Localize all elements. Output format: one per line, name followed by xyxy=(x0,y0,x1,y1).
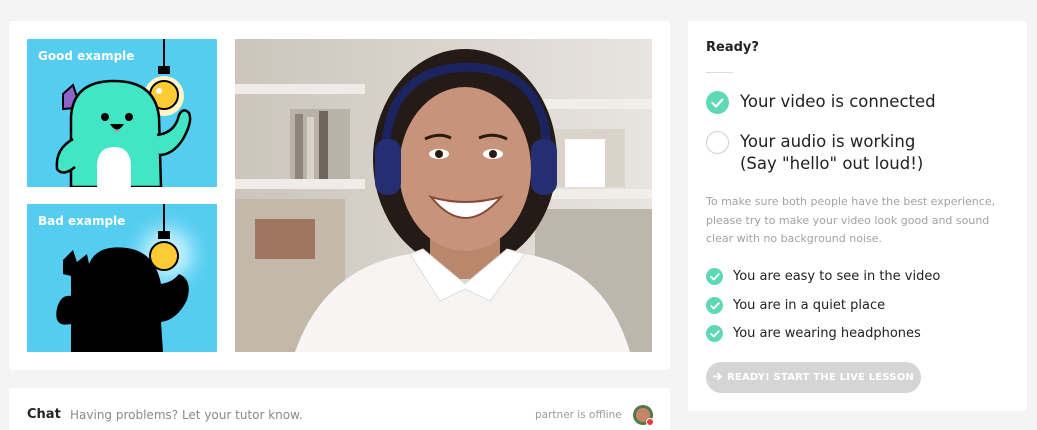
webcam-video-feed xyxy=(235,39,652,352)
webcam-image xyxy=(235,39,652,352)
audio-working-text: Your audio is working (Say "hello" out l… xyxy=(740,131,923,175)
start-live-lesson-button[interactable]: READY! START THE LIVE LESSON xyxy=(706,362,921,393)
audio-working-hint: (Say "hello" out loud!) xyxy=(740,154,924,173)
good-example-tile: Good example xyxy=(27,39,217,187)
audio-working-check: Your audio is working (Say "hello" out l… xyxy=(706,131,923,175)
audio-working-label: Your audio is working xyxy=(740,132,916,151)
tip-item: You are easy to see in the video xyxy=(706,268,940,285)
arrow-right-icon xyxy=(713,372,723,384)
partner-avatar xyxy=(633,405,654,426)
tip-label: You are easy to see in the video xyxy=(733,269,941,284)
chat-help-text: Having problems? Let your tutor know. xyxy=(70,408,303,422)
tip-item: You are in a quiet place xyxy=(706,297,885,314)
good-example-label: Good example xyxy=(38,49,135,63)
tip-label: You are in a quiet place xyxy=(733,298,886,313)
check-circle-icon xyxy=(706,325,723,342)
chat-title: Chat xyxy=(27,407,61,422)
start-live-lesson-label: READY! START THE LIVE LESSON xyxy=(727,372,914,383)
experience-note: To make sure both people have the best e… xyxy=(706,195,996,245)
check-circle-icon xyxy=(706,297,723,314)
partner-status: partner is offline xyxy=(535,409,622,421)
empty-circle-icon xyxy=(706,131,729,154)
title-divider xyxy=(706,72,733,73)
video-connected-label: Your video is connected xyxy=(740,92,936,111)
offline-status-icon xyxy=(646,418,654,426)
check-circle-icon xyxy=(706,268,723,285)
video-preview-card: Good example Bad example xyxy=(9,21,670,370)
tip-item: You are wearing headphones xyxy=(706,325,921,342)
check-circle-icon xyxy=(706,91,729,114)
readiness-checklist-card: Ready? Your video is connected Your audi… xyxy=(688,21,1027,411)
bad-example-tile: Bad example xyxy=(27,204,217,352)
bad-example-label: Bad example xyxy=(38,214,126,228)
ready-title: Ready? xyxy=(706,40,759,55)
video-connected-check: Your video is connected xyxy=(706,91,936,114)
chat-panel[interactable]: Chat Having problems? Let your tutor kno… xyxy=(9,388,670,430)
tip-label: You are wearing headphones xyxy=(733,326,921,341)
